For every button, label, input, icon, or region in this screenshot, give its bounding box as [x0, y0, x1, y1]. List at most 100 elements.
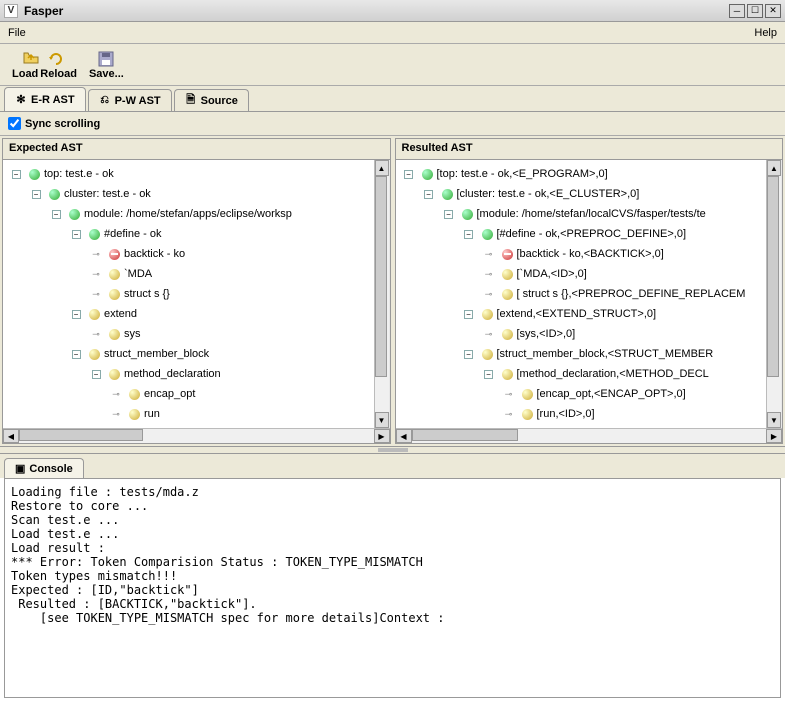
hscrollbar[interactable]: ◀ ▶: [3, 428, 390, 443]
console-output[interactable]: Loading file : tests/mda.z Restore to co…: [4, 478, 781, 698]
node-label: #define - ok: [104, 228, 161, 240]
tree-icon: ⎌: [99, 95, 111, 107]
node-label: [sys,<ID>,0]: [517, 328, 576, 340]
resulted-header: Resulted AST: [396, 139, 783, 160]
tree-node[interactable]: module: /home/stefan/apps/eclipse/worksp: [3, 204, 374, 224]
close-button[interactable]: ✕: [765, 4, 781, 18]
tree-node[interactable]: `MDA: [3, 264, 374, 284]
collapse-toggle[interactable]: [11, 169, 21, 179]
vscrollbar[interactable]: ▲ ▼: [766, 160, 782, 428]
collapse-toggle[interactable]: [31, 189, 41, 199]
app-icon: V: [4, 4, 18, 18]
scroll-down-icon[interactable]: ▼: [375, 412, 389, 428]
hscrollbar[interactable]: ◀ ▶: [396, 428, 783, 443]
tree-node[interactable]: [run,<ID>,0]: [396, 404, 767, 424]
save-tool[interactable]: Save...: [85, 48, 128, 82]
leaf-handle: [484, 329, 494, 339]
scroll-up-icon[interactable]: ▲: [375, 160, 389, 176]
scroll-left-icon[interactable]: ◀: [396, 429, 412, 443]
tree-node[interactable]: [`MDA,<ID>,0]: [396, 264, 767, 284]
tree-node[interactable]: cluster: test.e - ok: [3, 184, 374, 204]
node-label: struct s {}: [124, 288, 170, 300]
warn-icon: [502, 289, 513, 300]
tree-node[interactable]: encap_opt: [3, 384, 374, 404]
ok-icon: [462, 209, 473, 220]
tree-node[interactable]: [backtick - ko,<BACKTICK>,0]: [396, 244, 767, 264]
ok-icon: [422, 169, 433, 180]
tab-source[interactable]: 🗎 Source: [174, 89, 249, 111]
tree-node[interactable]: extend: [3, 304, 374, 324]
warn-icon: [89, 349, 100, 360]
collapse-toggle[interactable]: [424, 189, 434, 199]
expected-tree[interactable]: top: test.e - ok cluster: test.e - ok modu…: [3, 160, 374, 428]
tree-node[interactable]: [top: test.e - ok,<E_PROGRAM>,0]: [396, 164, 767, 184]
scroll-right-icon[interactable]: ▶: [766, 429, 782, 443]
expected-pane: Expected AST top: test.e - ok cluster: te…: [2, 138, 391, 444]
menu-file[interactable]: File: [8, 27, 26, 39]
tree-node[interactable]: [struct_member_block,<STRUCT_MEMBER: [396, 344, 767, 364]
node-label: [encap_opt,<ENCAP_OPT>,0]: [537, 388, 686, 400]
tree-node[interactable]: method_declaration: [3, 364, 374, 384]
tree-node[interactable]: top: test.e - ok: [3, 164, 374, 184]
tree-node[interactable]: [module: /home/stefan/localCVS/fasper/te…: [396, 204, 767, 224]
tree-node[interactable]: [sys,<ID>,0]: [396, 324, 767, 344]
titlebar: V Fasper ─ ☐ ✕: [0, 0, 785, 22]
scroll-left-icon[interactable]: ◀: [3, 429, 19, 443]
node-label: cluster: test.e - ok: [64, 188, 151, 200]
collapse-toggle[interactable]: [444, 209, 454, 219]
collapse-toggle[interactable]: [71, 349, 81, 359]
error-icon: [109, 249, 120, 260]
leaf-handle: [111, 389, 121, 399]
tree-node[interactable]: [method_declaration,<METHOD_DECL: [396, 364, 767, 384]
node-label: [cluster: test.e - ok,<E_CLUSTER>,0]: [457, 188, 640, 200]
warn-icon: [502, 329, 513, 340]
tree-node[interactable]: #define - ok: [3, 224, 374, 244]
node-label: [backtick - ko,<BACKTICK>,0]: [517, 248, 664, 260]
collapse-toggle[interactable]: [71, 229, 81, 239]
collapse-toggle[interactable]: [71, 309, 81, 319]
expected-header: Expected AST: [3, 139, 390, 160]
node-label: struct_member_block: [104, 348, 209, 360]
tree-node[interactable]: struct s {}: [3, 284, 374, 304]
scroll-down-icon[interactable]: ▼: [767, 412, 781, 428]
node-label: module: /home/stefan/apps/eclipse/worksp: [84, 208, 292, 220]
save-icon: [96, 50, 116, 68]
leaf-handle: [504, 389, 514, 399]
tree-node[interactable]: [encap_opt,<ENCAP_OPT>,0]: [396, 384, 767, 404]
tree-node[interactable]: [extend,<EXTEND_STRUCT>,0]: [396, 304, 767, 324]
scroll-up-icon[interactable]: ▲: [767, 160, 781, 176]
tab-pw-ast[interactable]: ⎌ P-W AST: [88, 89, 172, 111]
tree-node[interactable]: struct_member_block: [3, 344, 374, 364]
collapse-toggle[interactable]: [464, 349, 474, 359]
tree-node[interactable]: [#define - ok,<PREPROC_DEFINE>,0]: [396, 224, 767, 244]
node-label: [ struct s {},<PREPROC_DEFINE_REPLACEM: [517, 288, 746, 300]
warn-icon: [89, 309, 100, 320]
tree-node[interactable]: backtick - ko: [3, 244, 374, 264]
split-handle[interactable]: [0, 446, 785, 454]
collapse-toggle[interactable]: [464, 309, 474, 319]
collapse-toggle[interactable]: [484, 369, 494, 379]
collapse-toggle[interactable]: [464, 229, 474, 239]
tree-node[interactable]: sys: [3, 324, 374, 344]
resulted-tree[interactable]: [top: test.e - ok,<E_PROGRAM>,0] [cluster…: [396, 160, 767, 428]
minimize-button[interactable]: ─: [729, 4, 745, 18]
console-tab[interactable]: ▣ Console: [4, 458, 84, 478]
sync-checkbox[interactable]: [8, 117, 21, 130]
tree-node[interactable]: [ struct s {},<PREPROC_DEFINE_REPLACEM: [396, 284, 767, 304]
vscrollbar[interactable]: ▲ ▼: [374, 160, 390, 428]
collapse-toggle[interactable]: [404, 169, 414, 179]
collapse-toggle[interactable]: [51, 209, 61, 219]
node-label: [top: test.e - ok,<E_PROGRAM>,0]: [437, 168, 608, 180]
maximize-button[interactable]: ☐: [747, 4, 763, 18]
collapse-toggle[interactable]: [91, 369, 101, 379]
ok-icon: [89, 229, 100, 240]
tree-node[interactable]: [cluster: test.e - ok,<E_CLUSTER>,0]: [396, 184, 767, 204]
tab-er-ast[interactable]: ✻ E-R AST: [4, 87, 86, 111]
load-reload-tool[interactable]: LoadReload: [8, 48, 81, 82]
error-icon: [502, 249, 513, 260]
tree-node[interactable]: run: [3, 404, 374, 424]
warn-icon: [482, 349, 493, 360]
menu-help[interactable]: Help: [754, 27, 777, 39]
scroll-right-icon[interactable]: ▶: [374, 429, 390, 443]
node-label: encap_opt: [144, 388, 195, 400]
